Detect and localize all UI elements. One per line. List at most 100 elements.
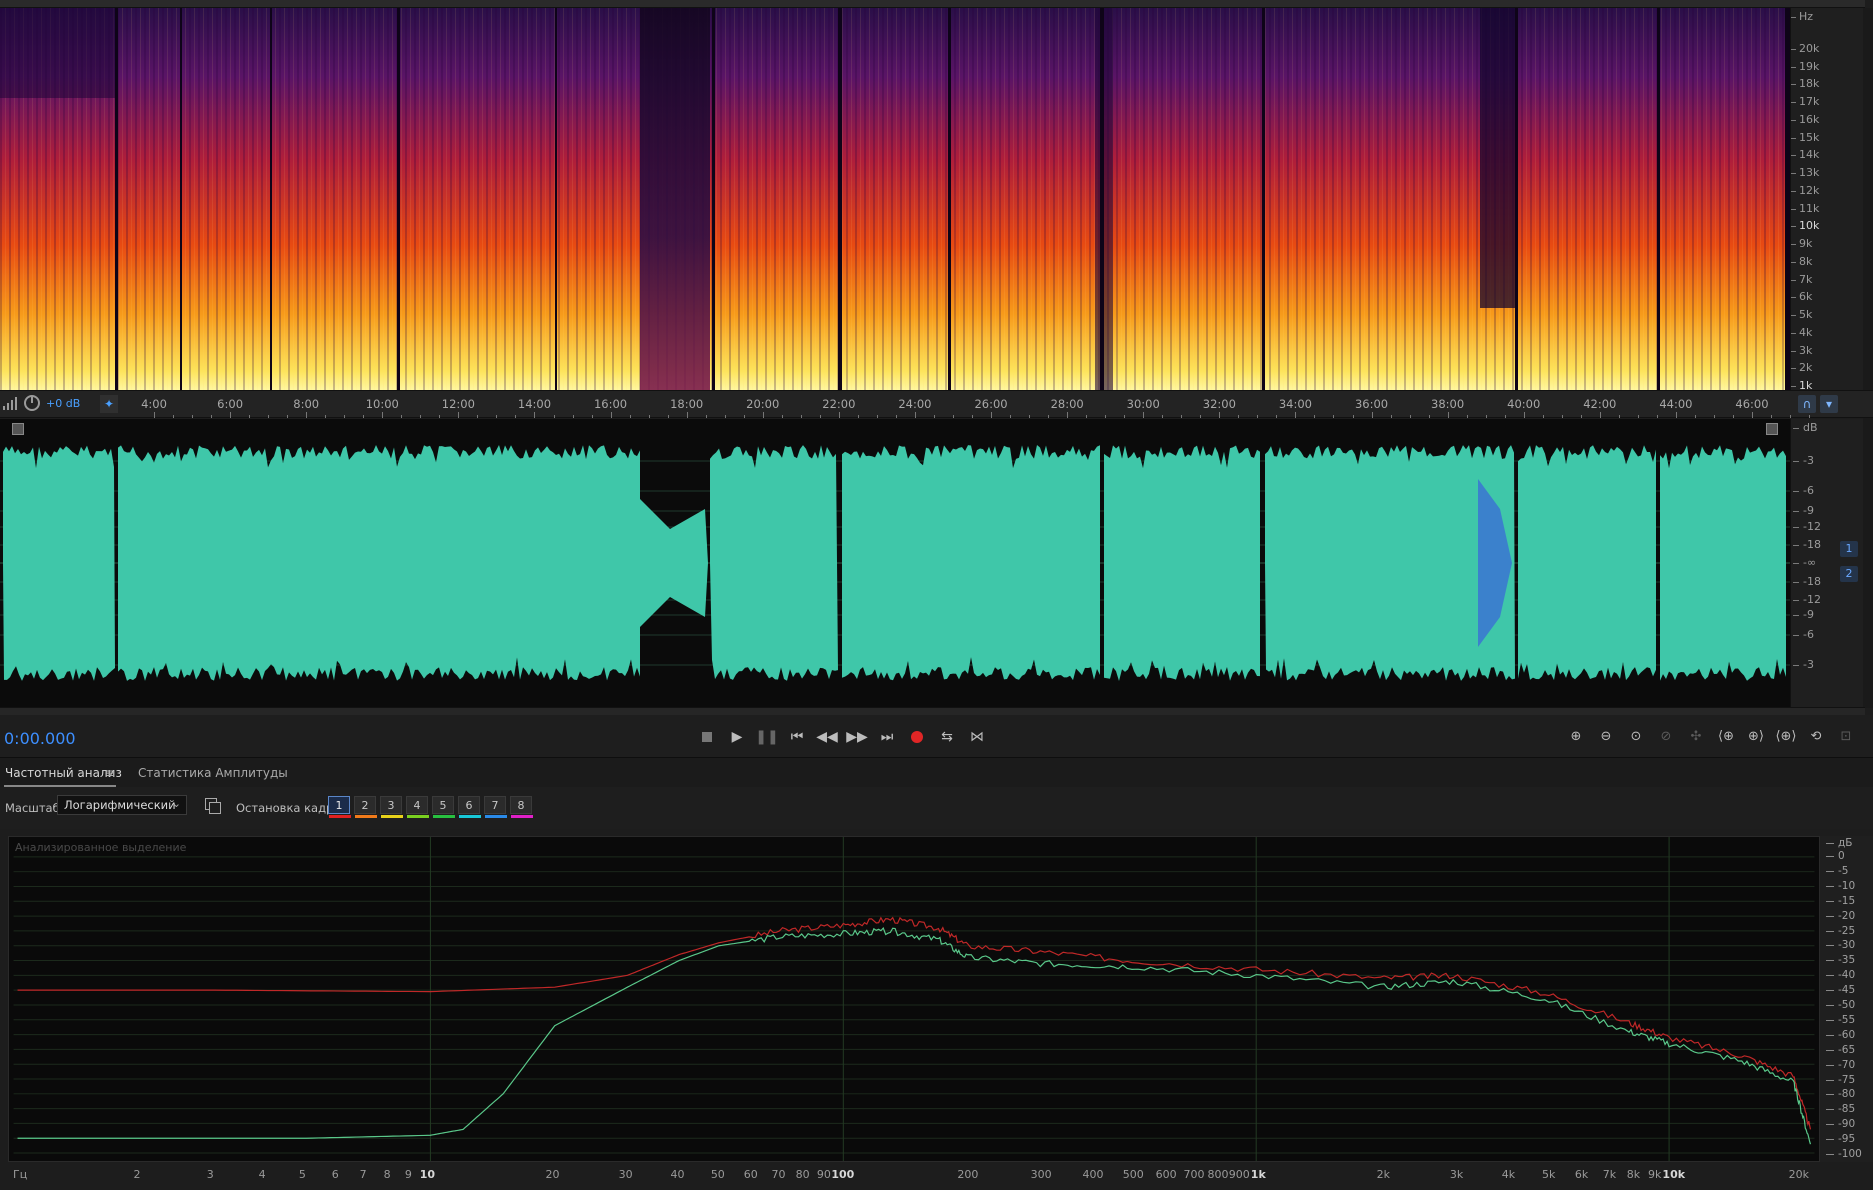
- amplitude-scale: dB -3 -6 -9 -12 -18 -∞ -18 -12 -9 -6 -3: [1790, 419, 1863, 707]
- zoom-in-amplitude-button[interactable]: ⊕: [1564, 727, 1588, 747]
- spectrogram-view[interactable]: [0, 8, 1790, 390]
- skip-selection-button[interactable]: ⋈: [966, 727, 988, 747]
- zoom-out-amplitude-button[interactable]: ⊖: [1594, 727, 1618, 747]
- volume-value[interactable]: +0 dB: [46, 397, 80, 410]
- zoom-in-left-button[interactable]: ⟨⊕: [1714, 727, 1738, 747]
- hz-tick: 15k: [1790, 130, 1820, 144]
- zoom-reset-button[interactable]: ⊙: [1624, 727, 1648, 747]
- analysis-x-tick: 600: [1155, 1168, 1177, 1181]
- zoom-previous-button[interactable]: ⊡: [1834, 727, 1858, 747]
- time-tick: [686, 412, 688, 418]
- go-to-end-button[interactable]: ⏭: [876, 727, 898, 747]
- analysis-x-tick: 4: [258, 1168, 266, 1181]
- rewind-button[interactable]: ◀◀: [816, 727, 838, 747]
- time-tick: [420, 415, 422, 418]
- record-button[interactable]: [906, 727, 928, 747]
- time-ruler[interactable]: +0 dB ✦ 4:00 6:00 8:00 10:00 12:00 14:00 16:00…: [0, 390, 1873, 418]
- hz-unit: Hz: [1790, 10, 1814, 23]
- freeze-frame-5[interactable]: 5: [432, 796, 455, 818]
- marker-pin-icon[interactable]: ▾: [1820, 395, 1838, 413]
- copy-icon[interactable]: [205, 798, 221, 814]
- analysis-x-tick: 2k: [1376, 1168, 1391, 1181]
- freeze-frame-7[interactable]: 7: [484, 796, 507, 818]
- freeze-frame-3[interactable]: 3: [380, 796, 403, 818]
- time-tick: [610, 412, 612, 418]
- waveform-clip[interactable]: [1265, 445, 1515, 681]
- zoom-selection-icon: ✣: [1690, 729, 1702, 744]
- corner-resize-icon-right[interactable]: [1766, 423, 1778, 435]
- stop-button[interactable]: [696, 727, 718, 747]
- time-tick: [1295, 412, 1297, 418]
- channel-2-badge[interactable]: 2: [1840, 566, 1858, 582]
- freeze-frame-6[interactable]: 6: [458, 796, 481, 818]
- zoom-right-icon: ⊕⟩: [1748, 729, 1764, 744]
- freeze-frame-color: [329, 815, 351, 818]
- frequency-analysis-graph[interactable]: [8, 836, 1820, 1162]
- loop-button[interactable]: ⇆: [936, 727, 958, 747]
- freeze-frame-4[interactable]: 4: [406, 796, 429, 818]
- waveform-clip[interactable]: [118, 445, 640, 681]
- analysis-db-tick: -45: [1825, 984, 1856, 997]
- waveform-clip[interactable]: [3, 445, 115, 681]
- panel-resize-grip-bottom[interactable]: [0, 707, 1865, 715]
- zoom-history-button[interactable]: ⟲: [1804, 727, 1828, 747]
- headphones-icon[interactable]: ∩: [1798, 395, 1816, 413]
- analysis-db-tick: -5: [1825, 864, 1849, 877]
- right-gutter: [1863, 8, 1873, 708]
- time-tick: [401, 415, 403, 418]
- zoom-out-full-button[interactable]: ⊘: [1654, 727, 1678, 747]
- time-tick: [1086, 415, 1088, 418]
- time-label: 26:00: [974, 397, 1008, 411]
- hz-tick: 18k: [1790, 77, 1820, 91]
- analysis-x-tick: 400: [1082, 1168, 1104, 1181]
- freeze-frame-2[interactable]: 2: [354, 796, 377, 818]
- waveform-clip[interactable]: [1660, 445, 1786, 681]
- waveform-quiet-region[interactable]: [640, 499, 708, 627]
- pause-button[interactable]: ❚❚: [755, 727, 778, 747]
- zoom-selection-button[interactable]: ✣: [1684, 727, 1708, 747]
- time-tick: [1162, 415, 1164, 418]
- volume-control[interactable]: +0 dB: [2, 395, 80, 411]
- current-time[interactable]: 0:00.000: [4, 729, 76, 748]
- time-label: 32:00: [1202, 397, 1236, 411]
- time-label: 6:00: [217, 397, 244, 411]
- time-tick: [1314, 415, 1316, 418]
- db-tick: -6: [1793, 628, 1814, 641]
- time-tick: [1143, 412, 1145, 418]
- hz-tick: 19k: [1790, 59, 1820, 73]
- analysis-x-tick: 700: [1183, 1168, 1205, 1181]
- analysis-x-tick: 20k: [1788, 1168, 1809, 1181]
- hz-tick: 3k: [1790, 343, 1813, 357]
- waveform-clip[interactable]: [842, 445, 1100, 681]
- waveform-clip[interactable]: [710, 445, 838, 681]
- waveform-clip[interactable]: [1518, 445, 1656, 681]
- corner-resize-icon[interactable]: [12, 423, 24, 435]
- analysis-x-tick: 4k: [1501, 1168, 1516, 1181]
- fast-forward-button[interactable]: ▶▶: [846, 727, 868, 747]
- hz-tick: 13k: [1790, 166, 1820, 180]
- play-button[interactable]: ▶: [726, 727, 748, 747]
- time-tick: [154, 412, 155, 418]
- zoom-prev-icon: ⊡: [1840, 729, 1852, 744]
- zoom-in-right-button[interactable]: ⊕⟩: [1744, 727, 1768, 747]
- zoom-left-icon: ⟨⊕: [1718, 729, 1734, 744]
- go-to-start-button[interactable]: ⏮: [786, 727, 808, 747]
- waveform-view[interactable]: [0, 419, 1790, 707]
- tab-amplitude-statistics[interactable]: Статистика Амплитуды: [138, 766, 288, 780]
- freeze-frame-1[interactable]: 1: [328, 796, 351, 818]
- panel-menu-icon[interactable]: ≡: [105, 766, 115, 780]
- time-tick: [1428, 415, 1430, 418]
- scale-select[interactable]: Логарифмический ⌄: [57, 795, 187, 815]
- zoom-in-icon: ⊕: [1570, 729, 1582, 744]
- freeze-frame-8[interactable]: 8: [510, 796, 533, 818]
- waveform-clip[interactable]: [1104, 445, 1260, 681]
- pin-icon[interactable]: ✦: [100, 395, 118, 413]
- volume-knob-icon[interactable]: [24, 395, 40, 411]
- time-tick: [287, 415, 289, 418]
- channel-1-badge[interactable]: 1: [1840, 541, 1858, 557]
- panel-resize-grip[interactable]: [0, 0, 1865, 8]
- analysis-x-tick: 30: [618, 1168, 633, 1181]
- zoom-both-button[interactable]: ⟨⊕⟩: [1774, 727, 1798, 747]
- analysis-db-tick: -70: [1825, 1058, 1856, 1071]
- time-label: 22:00: [822, 397, 856, 411]
